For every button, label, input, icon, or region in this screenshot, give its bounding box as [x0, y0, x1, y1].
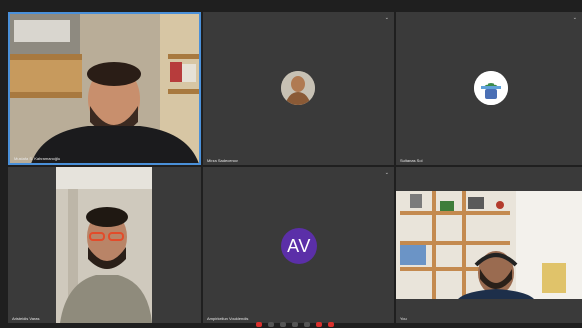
- avatar: [474, 71, 508, 105]
- participant-tile-5[interactable]: ⌄ AV Ampirkeliun Vouklendis: [203, 167, 394, 323]
- muted-mic-icon: ⌄: [384, 15, 389, 21]
- participant-name: Ampirkeliun Vouklendis: [207, 316, 249, 321]
- muted-mic-icon: ⌄: [572, 15, 577, 21]
- participant-tile-2[interactable]: ⌄ Mirza Sadecenov: [203, 12, 394, 165]
- participant-video-1: [10, 14, 199, 163]
- end-call-button[interactable]: [256, 322, 262, 327]
- participant-tile-4[interactable]: Aristeidis Varas: [8, 167, 201, 323]
- mic-button[interactable]: [268, 322, 274, 327]
- participant-name: Sultanas Sol: [400, 158, 423, 163]
- muted-mic-icon: ⌄: [384, 170, 389, 176]
- participant-tile-6[interactable]: You: [396, 167, 582, 323]
- participant-name: Aristeidis Varas: [12, 316, 40, 321]
- participant-tile-3[interactable]: ⌄ Sultanas Sol: [396, 12, 582, 165]
- participant-video-3: [396, 167, 582, 323]
- camera-button[interactable]: [280, 322, 286, 327]
- participant-video-2: [8, 167, 201, 323]
- share-button[interactable]: [292, 322, 298, 327]
- avatar: [281, 71, 315, 105]
- participant-name: You: [400, 316, 407, 321]
- record-button[interactable]: [328, 322, 334, 327]
- participant-name: Mustafa S. Kahramanoğlu: [14, 156, 61, 161]
- chat-button[interactable]: [304, 322, 310, 327]
- participant-tile-1[interactable]: Mustafa S. Kahramanoğlu: [8, 12, 201, 165]
- participant-name: Mirza Sadecenov: [207, 158, 238, 163]
- avatar-initials: AV: [281, 228, 317, 264]
- leave-button[interactable]: [316, 322, 322, 327]
